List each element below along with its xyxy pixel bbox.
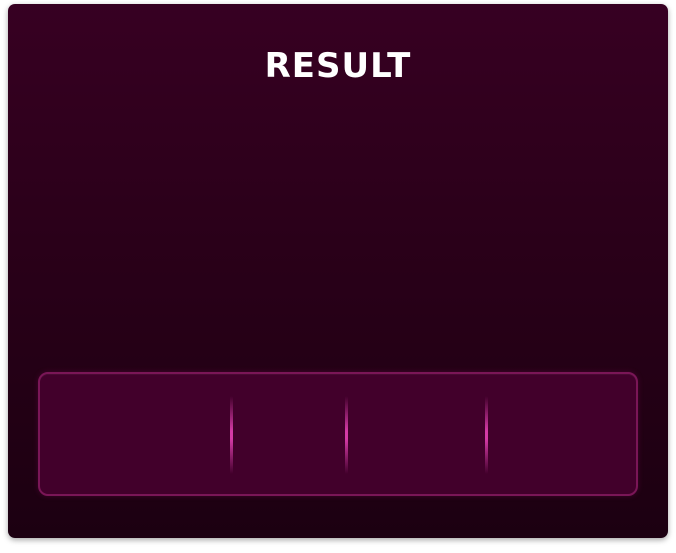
- result-slots-bar: [38, 372, 638, 496]
- result-panel: RESULT: [8, 4, 668, 538]
- slot-divider: [485, 396, 488, 474]
- slot-divider: [345, 396, 348, 474]
- slot-divider: [230, 396, 233, 474]
- result-title: RESULT: [264, 46, 412, 86]
